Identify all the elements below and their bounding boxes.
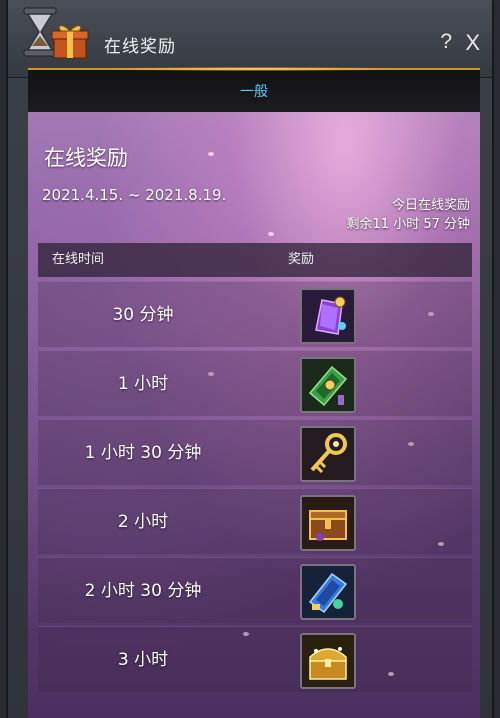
reward-row: 1 小时 xyxy=(38,350,472,416)
row-time: 30 分钟 xyxy=(112,305,174,325)
today-reward-label: 今日在线奖励 xyxy=(391,198,470,213)
purple-gem-pouch-icon xyxy=(302,290,354,342)
event-title: 在线奖励 xyxy=(44,146,128,170)
gift-box-icon xyxy=(50,22,90,60)
reward-row: 30 分钟 xyxy=(38,281,472,347)
help-button[interactable]: ? xyxy=(440,30,452,54)
row-time: 2 小时 xyxy=(117,512,169,532)
petal-decoration xyxy=(268,232,274,236)
event-date-range: 2021.4.15. ~ 2021.8.19. xyxy=(42,186,227,204)
tab-general[interactable]: 一般 xyxy=(28,70,480,112)
row-time: 2 小时 30 分钟 xyxy=(84,581,202,601)
reward-row: 3 小时 xyxy=(38,626,472,692)
row-time: 1 小时 30 分钟 xyxy=(84,443,202,463)
reward-panel: 在线奖励 2021.4.15. ~ 2021.8.19. 今日在线奖励 剩余11… xyxy=(28,112,480,718)
blue-scroll-icon xyxy=(302,566,354,618)
online-reward-window: 在线奖励 ? X 一般 在线奖励 2021.4.15. ~ 2021.8.19.… xyxy=(6,0,494,718)
green-scroll-icon xyxy=(302,359,354,411)
table-header: 在线时间 奖励 xyxy=(38,243,472,277)
reward-slot[interactable] xyxy=(300,288,356,344)
reward-row: 1 小时 30 分钟 xyxy=(38,419,472,485)
column-header-time: 在线时间 xyxy=(52,252,105,267)
reward-slot[interactable] xyxy=(300,357,356,413)
column-header-reward: 奖励 xyxy=(288,252,315,267)
reward-slot[interactable] xyxy=(300,495,356,551)
reward-row: 2 小时 xyxy=(38,488,472,554)
tab-bar: 一般 xyxy=(28,67,480,112)
treasure-crate-icon xyxy=(302,497,354,549)
petal-decoration xyxy=(208,152,214,156)
remaining-time: 剩余11 小时 57 分钟 xyxy=(346,217,470,232)
reward-slot[interactable] xyxy=(300,633,356,689)
window-title: 在线奖励 xyxy=(104,37,176,57)
row-time: 3 小时 xyxy=(117,650,169,670)
golden-chest-icon xyxy=(302,635,354,687)
reward-slot[interactable] xyxy=(300,564,356,620)
reward-row: 2 小时 30 分钟 xyxy=(38,557,472,623)
reward-slot[interactable] xyxy=(300,426,356,482)
golden-key-icon xyxy=(302,428,354,480)
close-button[interactable]: X xyxy=(465,30,480,56)
row-time: 1 小时 xyxy=(117,374,169,394)
